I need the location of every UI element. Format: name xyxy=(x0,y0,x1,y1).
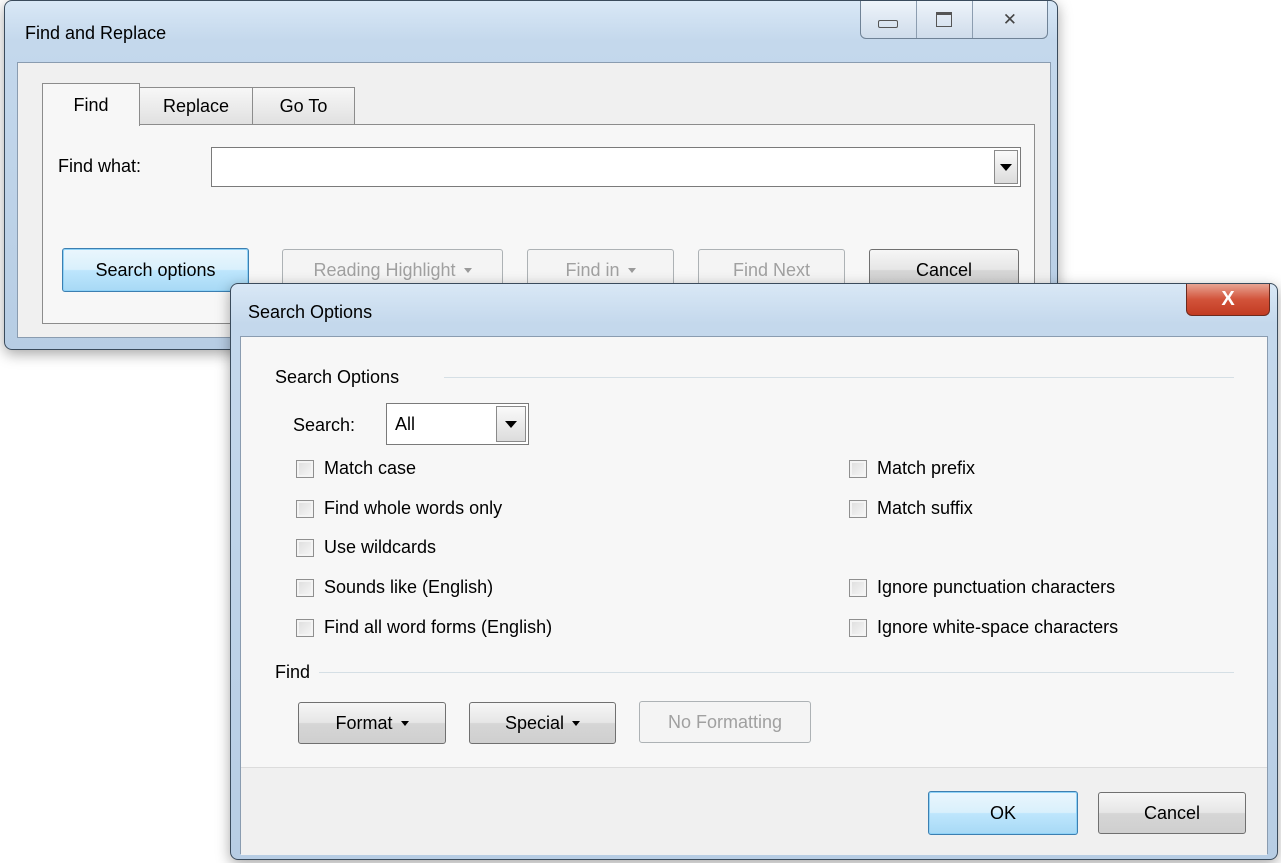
checkbox-label: Match case xyxy=(324,458,417,478)
maximize-button[interactable] xyxy=(917,1,973,38)
group-find-label: Find xyxy=(275,662,311,682)
minimize-button[interactable] xyxy=(861,1,917,38)
checkbox-box[interactable] xyxy=(296,618,314,637)
checkbox-label: Ignore white-space characters xyxy=(877,617,1119,637)
search-options-button[interactable]: Search options xyxy=(62,248,249,292)
format-button[interactable]: Format xyxy=(298,702,446,744)
close-button[interactable]: X xyxy=(1186,284,1270,316)
find-what-input[interactable] xyxy=(211,147,1021,187)
group-divider xyxy=(444,377,1234,378)
format-label: Format xyxy=(335,712,393,733)
search-scope-dropdown-button[interactable] xyxy=(496,406,526,442)
search-options-client: Search Options Search: All Match case Fi… xyxy=(240,336,1268,855)
tab-goto[interactable]: Go To xyxy=(252,87,355,125)
window-title: Find and Replace xyxy=(25,23,167,43)
search-options-label: Search options xyxy=(95,259,216,280)
close-button[interactable]: ✕ xyxy=(973,1,1047,38)
checkbox-box[interactable] xyxy=(296,459,314,478)
checkbox-match-case[interactable]: Match case xyxy=(296,458,416,479)
cancel-button[interactable]: Cancel xyxy=(1098,792,1246,834)
chevron-down-icon xyxy=(400,720,409,726)
checkbox-label: Match prefix xyxy=(877,458,976,478)
checkbox-label: Sounds like (English) xyxy=(324,577,494,597)
checkbox-sounds-like[interactable]: Sounds like (English) xyxy=(296,577,493,598)
special-button[interactable]: Special xyxy=(469,702,616,744)
checkbox-label: Use wildcards xyxy=(324,537,437,557)
search-scope-label: Search: xyxy=(293,415,356,435)
checkbox-label: Find all word forms (English) xyxy=(324,617,553,637)
find-what-dropdown-button[interactable] xyxy=(994,150,1018,184)
chevron-down-icon xyxy=(1000,163,1012,171)
checkbox-label: Find whole words only xyxy=(324,498,503,518)
cancel-label: Cancel xyxy=(915,259,973,280)
minimize-icon xyxy=(878,19,899,28)
checkbox-box[interactable] xyxy=(296,538,314,557)
dialog-title: Search Options xyxy=(248,302,373,322)
tab-replace[interactable]: Replace xyxy=(139,87,253,125)
checkbox-box[interactable] xyxy=(849,499,867,518)
close-icon: ✕ xyxy=(1002,9,1018,29)
no-formatting-label: No Formatting xyxy=(667,711,783,732)
chevron-down-icon xyxy=(627,267,636,273)
checkbox-box[interactable] xyxy=(296,578,314,597)
options-area: Search Options Search: All Match case Fi… xyxy=(241,337,1267,767)
search-scope-select[interactable]: All xyxy=(386,403,529,445)
dialog-footer: OK Cancel xyxy=(241,767,1267,855)
find-what-label: Find what: xyxy=(58,156,142,176)
reading-highlight-label: Reading Highlight xyxy=(313,259,456,280)
group-search-options-label: Search Options xyxy=(275,367,400,387)
checkbox-use-wildcards[interactable]: Use wildcards xyxy=(296,537,436,558)
checkbox-match-suffix[interactable]: Match suffix xyxy=(849,498,973,519)
checkbox-label: Ignore punctuation characters xyxy=(877,577,1116,597)
checkbox-ignore-white-space[interactable]: Ignore white-space characters xyxy=(849,617,1118,638)
close-icon: X xyxy=(1221,288,1235,310)
checkbox-box[interactable] xyxy=(849,618,867,637)
search-options-dialog: Search Options X Search Options Search: … xyxy=(230,283,1278,860)
group-divider xyxy=(319,672,1234,673)
checkbox-ignore-punctuation[interactable]: Ignore punctuation characters xyxy=(849,577,1115,598)
find-in-label: Find in xyxy=(565,259,620,280)
caption-buttons: ✕ xyxy=(860,1,1048,39)
checkbox-find-whole-words[interactable]: Find whole words only xyxy=(296,498,502,519)
chevron-down-icon xyxy=(463,267,472,273)
tab-find[interactable]: Find xyxy=(42,83,140,126)
find-next-label: Find Next xyxy=(732,259,811,280)
checkbox-find-all-word-forms[interactable]: Find all word forms (English) xyxy=(296,617,552,638)
checkbox-box[interactable] xyxy=(296,499,314,518)
cancel-label: Cancel xyxy=(1143,802,1201,823)
chevron-down-icon xyxy=(505,420,517,428)
checkbox-label: Match suffix xyxy=(877,498,973,518)
checkbox-box[interactable] xyxy=(849,459,867,478)
ok-label: OK xyxy=(989,802,1016,823)
ok-button[interactable]: OK xyxy=(928,791,1078,835)
chevron-down-icon xyxy=(572,720,581,726)
no-formatting-button[interactable]: No Formatting xyxy=(639,701,811,743)
search-scope-value: All xyxy=(395,414,416,434)
checkbox-match-prefix[interactable]: Match prefix xyxy=(849,458,975,479)
special-label: Special xyxy=(504,712,565,733)
checkbox-box[interactable] xyxy=(849,578,867,597)
maximize-icon xyxy=(936,12,953,27)
